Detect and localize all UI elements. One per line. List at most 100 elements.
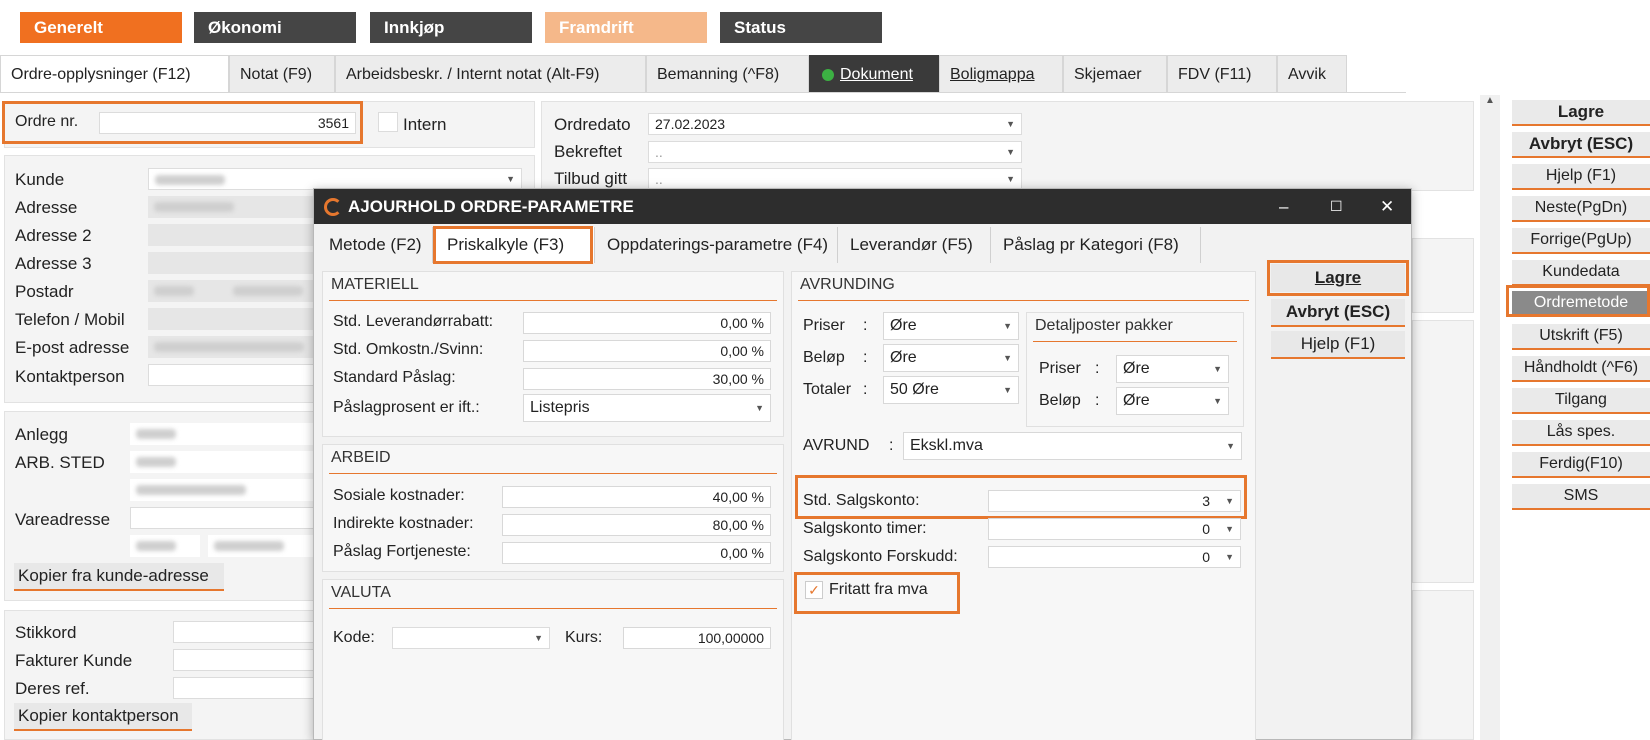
tab-notat[interactable]: Notat (F9): [229, 55, 335, 92]
minimize-icon[interactable]: –: [1279, 189, 1288, 224]
module-innkjop-button[interactable]: Innkjøp: [370, 12, 532, 43]
kundedata-button[interactable]: Kundedata: [1512, 260, 1650, 286]
sms-button[interactable]: SMS: [1512, 484, 1650, 510]
tilbud-input[interactable]: .. ▼: [648, 168, 1022, 190]
tab-skjemaer[interactable]: Skjemaer: [1063, 55, 1167, 92]
detalj-belop-colon: :: [1095, 392, 1100, 409]
dialog-tab-paslag[interactable]: Påslag pr Kategori (F8): [991, 227, 1201, 263]
kontaktperson-input[interactable]: [148, 364, 318, 386]
utskrift-button[interactable]: Utskrift (F5): [1512, 324, 1650, 350]
tab-boligmappa[interactable]: Boligmappa: [939, 55, 1063, 92]
handholdt-button[interactable]: Håndholdt (^F6): [1512, 356, 1650, 382]
kode-select[interactable]: ▼: [392, 627, 550, 649]
anlegg-input[interactable]: [130, 423, 318, 445]
dialog-title: AJOURHOLD ORDRE-PARAMETRE: [348, 197, 634, 216]
stikkord-input[interactable]: [173, 621, 318, 643]
ordredato-value: 27.02.2023: [655, 116, 726, 132]
module-okonomi-button[interactable]: Økonomi: [194, 12, 356, 43]
dialog-tab-metode[interactable]: Metode (F2): [314, 227, 433, 263]
tab-dokument[interactable]: Dokument: [809, 55, 939, 92]
status-dot-icon: [822, 69, 834, 81]
save-button[interactable]: Lagre: [1512, 100, 1650, 126]
belop-value: Øre: [890, 349, 917, 366]
postadr-input[interactable]: [148, 280, 318, 302]
fortjeneste-input[interactable]: 0,00 %: [502, 542, 771, 564]
deres-ref-label: Deres ref.: [15, 679, 90, 698]
tab-avvik[interactable]: Avvik: [1277, 55, 1347, 92]
ordredato-input[interactable]: 27.02.2023 ▼: [648, 113, 1022, 135]
ordredato-label: Ordredato: [554, 115, 631, 134]
adresse2-input[interactable]: [148, 224, 318, 246]
help-button[interactable]: Hjelp (F1): [1512, 164, 1650, 190]
tab-ordre-opplysninger[interactable]: Ordre-opplysninger (F12): [0, 55, 229, 92]
close-icon[interactable]: ✕: [1380, 189, 1394, 224]
dialog-title-bar[interactable]: AJOURHOLD ORDRE-PARAMETRE – ☐ ✕: [314, 189, 1411, 224]
dialog-help-button[interactable]: Hjelp (F1): [1271, 331, 1405, 359]
dialog-cancel-button[interactable]: Avbryt (ESC): [1271, 299, 1405, 327]
bekreftet-value: ..: [655, 144, 663, 160]
vareadresse-postnr[interactable]: [130, 535, 200, 557]
avrund-select[interactable]: Ekskl.mva ▼: [903, 432, 1242, 460]
module-generelt-button[interactable]: Generelt: [20, 12, 182, 43]
indirekte-input[interactable]: 80,00 %: [502, 514, 771, 536]
kunde-input[interactable]: ▼: [148, 168, 522, 190]
epost-input[interactable]: [148, 336, 318, 358]
arb-sted-input[interactable]: [130, 451, 318, 473]
deres-ref-input[interactable]: [173, 677, 318, 699]
telefon-input[interactable]: [148, 308, 318, 330]
bekreftet-input[interactable]: .. ▼: [648, 141, 1022, 163]
previous-button[interactable]: Forrige(PgUp): [1512, 228, 1650, 254]
order-number-input[interactable]: 3561: [99, 112, 356, 134]
detalj-belop-select[interactable]: Øre ▼: [1116, 387, 1229, 415]
salgskonto-input[interactable]: 3 ▼: [988, 490, 1241, 512]
las-spes-button[interactable]: Lås spes.: [1512, 420, 1650, 446]
module-status-button[interactable]: Status: [720, 12, 882, 43]
adresse-input[interactable]: [148, 196, 318, 218]
ferdig-button[interactable]: Ferdig(F10): [1512, 452, 1650, 478]
maximize-icon[interactable]: ☐: [1330, 189, 1343, 224]
epost-label: E-post adresse: [15, 338, 130, 357]
sosiale-input[interactable]: 40,00 %: [502, 486, 771, 508]
detalj-belop-value: Øre: [1123, 392, 1150, 409]
dialog-save-button[interactable]: Lagre: [1271, 264, 1405, 292]
kurs-input[interactable]: 100,00000: [623, 627, 771, 649]
vareadresse-line1[interactable]: [130, 479, 318, 501]
dialog-tab-leverandor[interactable]: Leverandør (F5): [838, 227, 991, 263]
adresse3-input[interactable]: [148, 252, 318, 274]
salgskonto-label: Std. Salgskonto:: [803, 492, 920, 509]
paslagprosent-select[interactable]: Listepris ▼: [523, 394, 771, 422]
chevron-down-icon: ▼: [534, 633, 543, 643]
tab-bemanning[interactable]: Bemanning (^F8): [646, 55, 809, 92]
intern-checkbox[interactable]: [378, 112, 398, 132]
fritatt-checkbox[interactable]: ✓: [805, 581, 823, 599]
omkostn-input[interactable]: 0,00 %: [523, 340, 771, 362]
module-framdrift-button[interactable]: Framdrift: [545, 12, 707, 43]
vareadresse-input[interactable]: [130, 507, 318, 529]
fakturer-input[interactable]: [173, 649, 318, 671]
cancel-button[interactable]: Avbryt (ESC): [1512, 132, 1650, 158]
dialog-tab-oppdatering[interactable]: Oppdaterings-parametre (F4): [595, 227, 838, 263]
salgskonto-forskudd-input[interactable]: 0 ▼: [988, 546, 1241, 568]
tilgang-button[interactable]: Tilgang: [1512, 388, 1650, 414]
ordremetode-highlight: [1506, 285, 1650, 317]
valuta-divider: [329, 608, 777, 609]
priser-select[interactable]: Øre ▼: [883, 312, 1019, 340]
belop-label: Beløp: [803, 349, 845, 366]
main-scrollbar[interactable]: ▲: [1480, 95, 1500, 740]
copy-from-customer-button[interactable]: Kopier fra kunde-adresse: [14, 563, 224, 591]
leverandorrabatt-input[interactable]: 0,00 %: [523, 312, 771, 334]
tab-arbeidsbeskr[interactable]: Arbeidsbeskr. / Internt notat (Alt-F9): [335, 55, 646, 92]
tab-fdv[interactable]: FDV (F11): [1167, 55, 1277, 92]
sosiale-label: Sosiale kostnader:: [333, 487, 465, 504]
copy-contact-button[interactable]: Kopier kontaktperson: [14, 703, 192, 731]
chevron-down-icon: ▼: [1226, 441, 1235, 451]
salgskonto-timer-input[interactable]: 0 ▼: [988, 518, 1241, 540]
vareadresse-poststed[interactable]: [208, 535, 318, 557]
standard-paslag-input[interactable]: 30,00 %: [523, 368, 771, 390]
detalj-priser-select[interactable]: Øre ▼: [1116, 355, 1229, 383]
next-button[interactable]: Neste(PgDn): [1512, 196, 1650, 222]
paslagprosent-label: Påslagprosent er ift.:: [333, 399, 480, 416]
totaler-select[interactable]: 50 Øre ▼: [883, 376, 1019, 404]
scroll-up-icon[interactable]: ▲: [1485, 95, 1495, 106]
belop-select[interactable]: Øre ▼: [883, 344, 1019, 372]
